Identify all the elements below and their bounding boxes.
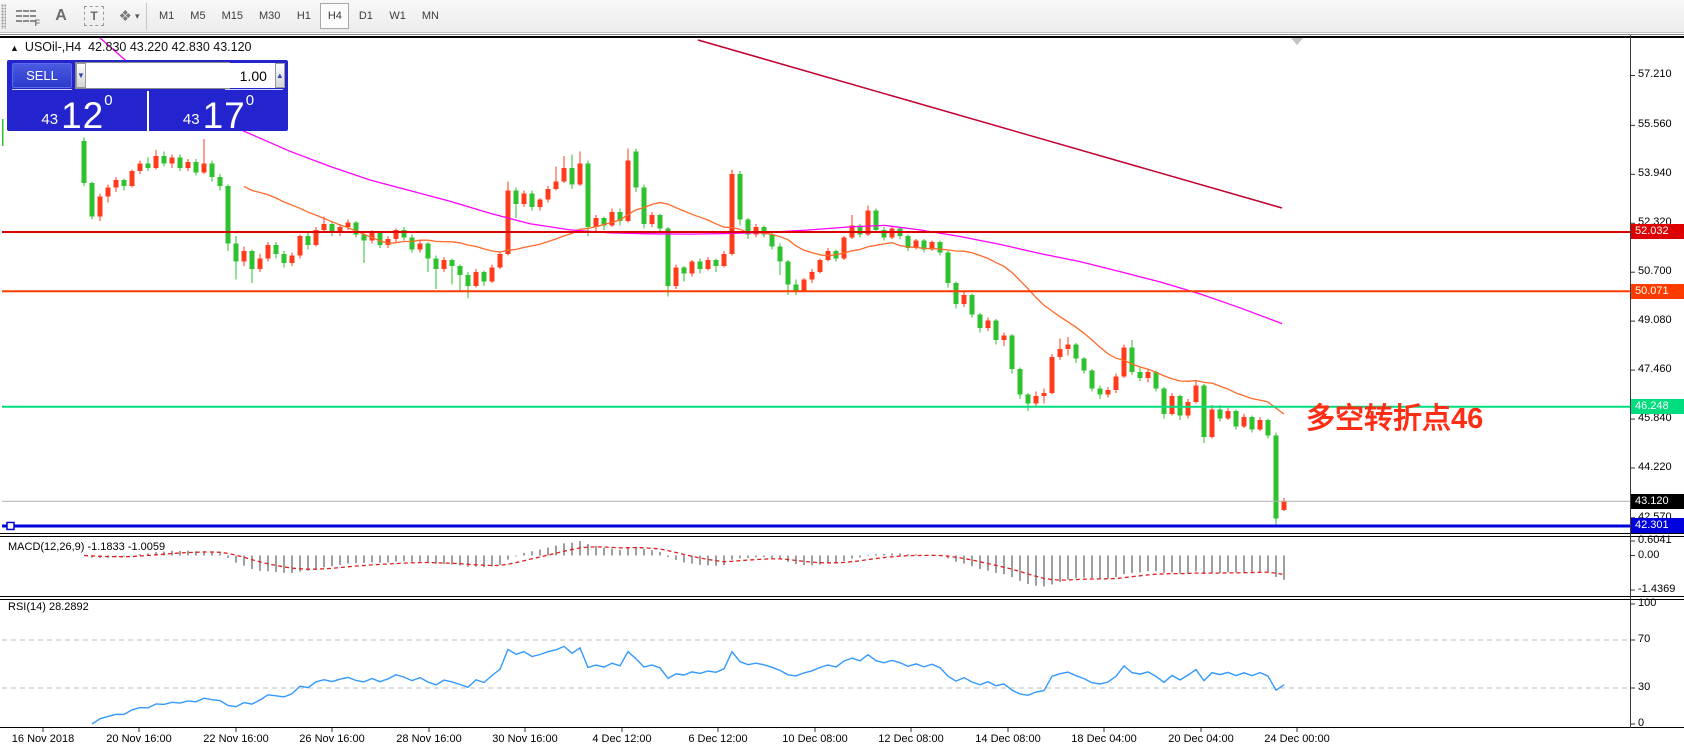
hline-drag-handle[interactable] [7,522,14,529]
mt4-terminal: F A T ❖ ▾ M1M5M15M30H1H4D1W1MN ▲ USOil-,H… [0,0,1684,752]
chart-annotation-text: 多空转折点46 [1306,395,1483,437]
tab-timeframe-h4[interactable]: H4 [320,3,349,29]
x-axis-label: 20 Dec 04:00 [1168,733,1233,745]
ma-fast-line [244,186,1284,414]
y-axis-label: 55.560 [1638,118,1672,130]
arrow-objects-icon: ❖ [119,7,132,25]
chart-top-border2 [0,36,1684,38]
ask-point: 0 [246,92,254,109]
sell-underline [12,89,72,90]
ask-price[interactable]: 43 17 0 [149,91,288,131]
volume-stepper: ▼ ▲ [75,62,230,89]
rsi-label: RSI(14) 28.2892 [8,601,89,613]
x-axis-label: 28 Nov 16:00 [396,733,461,745]
toolbar-grip[interactable] [1,4,6,29]
y-axis-label: 49.080 [1638,314,1672,326]
tab-timeframe-h1[interactable]: H1 [289,3,318,29]
y-axis-label: 47.460 [1638,363,1672,375]
current-price-chip: 43.120 [1631,494,1684,509]
macd-signal-line [84,547,1284,580]
price-chip-50.071: 50.071 [1631,284,1684,299]
toolbar: F A T ❖ ▾ M1M5M15M30H1H4D1W1MN [0,0,1684,33]
x-axis-label: 26 Nov 16:00 [299,733,364,745]
price-chip-46.248: 46.248 [1631,399,1684,414]
ask-pips: 17 [203,101,246,131]
one-click-trading-panel: SELL ▼ ▲ BUY 43 12 0 43 17 0 [7,60,288,131]
bid-pips: 12 [61,101,104,131]
x-axis-label: 4 Dec 12:00 [592,733,651,745]
timeframe-toolbar: M1M5M15M30H1H4D1W1MN [152,3,448,29]
chart-top-border [0,34,1684,35]
rsi-separator[interactable] [0,596,1684,597]
sell-button[interactable]: SELL [12,63,72,88]
macd-axis-label: -1.4369 [1638,583,1675,595]
toolbar-separator [146,3,147,30]
chart-title: ▲ USOil-,H4 42.830 43.220 42.830 43.120 [10,40,252,54]
x-axis-label: 6 Dec 12:00 [688,733,747,745]
tab-timeframe-m15[interactable]: M15 [215,3,250,29]
tab-timeframe-w1[interactable]: W1 [382,3,413,29]
ask-big-figure: 43 [183,111,200,128]
x-axis-label: 18 Dec 04:00 [1071,733,1136,745]
tab-timeframe-m30[interactable]: M30 [252,3,287,29]
macd-separator[interactable] [0,533,1684,534]
x-axis-label: 24 Dec 00:00 [1264,733,1329,745]
tab-timeframe-m1[interactable]: M1 [152,3,181,29]
y-axis-label: 57.210 [1638,68,1672,80]
rsi-separator2 [0,599,1684,600]
text-icon: A [55,7,67,25]
text-label-icon: T [84,6,103,26]
price-chip-52.032: 52.032 [1631,224,1684,239]
ohlc-values: 42.830 43.220 42.830 43.120 [88,40,251,54]
rsi-panel [2,640,1630,724]
bid-price[interactable]: 43 12 0 [7,91,147,131]
symbol-period-label: USOil-,H4 [25,40,81,54]
tab-timeframe-d1[interactable]: D1 [351,3,380,29]
volume-input[interactable] [86,63,275,88]
scroll-shift-marker-icon[interactable] [1291,38,1303,45]
price-chip-42.301: 42.301 [1631,518,1684,533]
tab-timeframe-m5[interactable]: M5 [183,3,212,29]
bid-point: 0 [104,92,112,109]
tab-timeframe-mn[interactable]: MN [415,3,446,29]
y-axis-label: 50.700 [1638,265,1672,277]
macd-label: MACD(12,26,9) -1.1833 -1.0059 [8,541,165,553]
collapse-panel-icon[interactable]: ▲ [10,43,19,53]
x-axis-label: 30 Nov 16:00 [492,733,557,745]
x-axis-label: 20 Nov 16:00 [106,733,171,745]
text-button[interactable]: A [46,2,76,30]
candlesticks [82,138,1287,526]
arrow-objects-button[interactable]: ❖ ▾ [112,2,146,30]
y-axis-label: 53.940 [1638,167,1672,179]
text-label-button[interactable]: T [79,2,109,30]
rsi-line [92,646,1284,724]
x-axis-label: 10 Dec 08:00 [782,733,847,745]
macd-axis-label: 0.00 [1638,549,1659,561]
macd-separator2 [0,536,1684,537]
x-axis-label: 12 Dec 08:00 [878,733,943,745]
volume-decrease-button[interactable]: ▼ [76,63,86,88]
rsi-axis-label: 70 [1638,633,1650,645]
x-axis-label: 16 Nov 2018 [12,733,74,745]
y-axis-label: 44.220 [1638,461,1672,473]
chevron-down-icon: ▾ [135,11,140,22]
time-axis-line [0,727,1684,728]
fibonacci-lines-icon: F [16,10,36,22]
x-axis-label: 14 Dec 08:00 [975,733,1040,745]
rsi-axis-label: 30 [1638,681,1650,693]
volume-increase-button[interactable]: ▲ [275,63,285,88]
price-axis-border [1630,35,1631,728]
bid-big-figure: 43 [41,111,58,128]
descending-trendline [698,40,1282,208]
macd-panel [84,541,1284,586]
fibonacci-lines-button[interactable]: F [10,2,42,30]
x-axis-label: 22 Nov 16:00 [203,733,268,745]
buy-underline [225,89,283,90]
